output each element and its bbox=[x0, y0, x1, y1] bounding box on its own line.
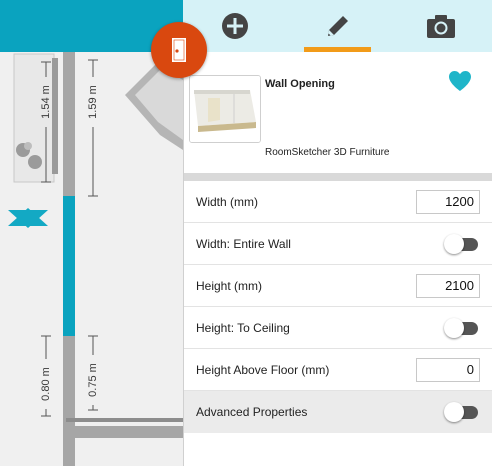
dimension-label: 0.80 m bbox=[40, 359, 52, 409]
item-source: RoomSketcher 3D Furniture bbox=[265, 147, 390, 158]
camera-icon bbox=[426, 15, 455, 38]
width-entire-wall-toggle[interactable] bbox=[444, 233, 480, 254]
width-input[interactable] bbox=[416, 189, 480, 214]
width-row: Width (mm) bbox=[184, 181, 492, 223]
advanced-properties-label: Advanced Properties bbox=[196, 405, 308, 419]
item-thumbnail bbox=[189, 75, 261, 143]
height-to-ceiling-label: Height: To Ceiling bbox=[196, 320, 290, 335]
height-to-ceiling-row: Height: To Ceiling bbox=[184, 307, 492, 349]
door-icon bbox=[172, 38, 186, 62]
arrow-down-icon[interactable] bbox=[8, 208, 48, 228]
wall-opening-badge[interactable] bbox=[151, 22, 207, 78]
height-above-floor-label: Height Above Floor (mm) bbox=[196, 362, 330, 377]
plan-nav-arrows bbox=[8, 208, 48, 256]
camera-tool-button[interactable] bbox=[389, 0, 492, 52]
item-header: Wall Opening RoomSketcher 3D Furniture bbox=[184, 52, 492, 173]
edit-tool-button[interactable] bbox=[286, 0, 389, 52]
top-toolbar bbox=[183, 0, 492, 52]
width-entire-wall-label: Width: Entire Wall bbox=[196, 236, 291, 251]
height-label: Height (mm) bbox=[196, 278, 263, 293]
height-input[interactable] bbox=[416, 273, 480, 298]
advanced-properties-toggle[interactable] bbox=[444, 402, 480, 422]
height-above-floor-input[interactable] bbox=[416, 357, 480, 382]
dimension-label: 1.54 m bbox=[40, 77, 52, 127]
advanced-properties-row: Advanced Properties bbox=[184, 391, 492, 433]
properties-panel: Wall Opening RoomSketcher 3D Furniture W… bbox=[183, 52, 492, 466]
section-separator bbox=[184, 173, 492, 181]
dimension-label: 1.59 m bbox=[87, 77, 99, 127]
height-above-floor-row: Height Above Floor (mm) bbox=[184, 349, 492, 391]
width-entire-wall-row: Width: Entire Wall bbox=[184, 223, 492, 265]
height-to-ceiling-toggle[interactable] bbox=[444, 317, 480, 338]
floor-plan-canvas[interactable]: 1.54 m 1.59 m 0.80 m 0.75 m bbox=[0, 0, 183, 466]
item-title: Wall Opening bbox=[265, 78, 335, 90]
width-label: Width (mm) bbox=[196, 194, 258, 209]
add-icon bbox=[221, 13, 248, 39]
edit-pencil-icon bbox=[327, 16, 348, 36]
dimension-label: 0.75 m bbox=[87, 355, 99, 405]
favorite-heart-icon[interactable] bbox=[448, 70, 472, 92]
height-row: Height (mm) bbox=[184, 265, 492, 307]
